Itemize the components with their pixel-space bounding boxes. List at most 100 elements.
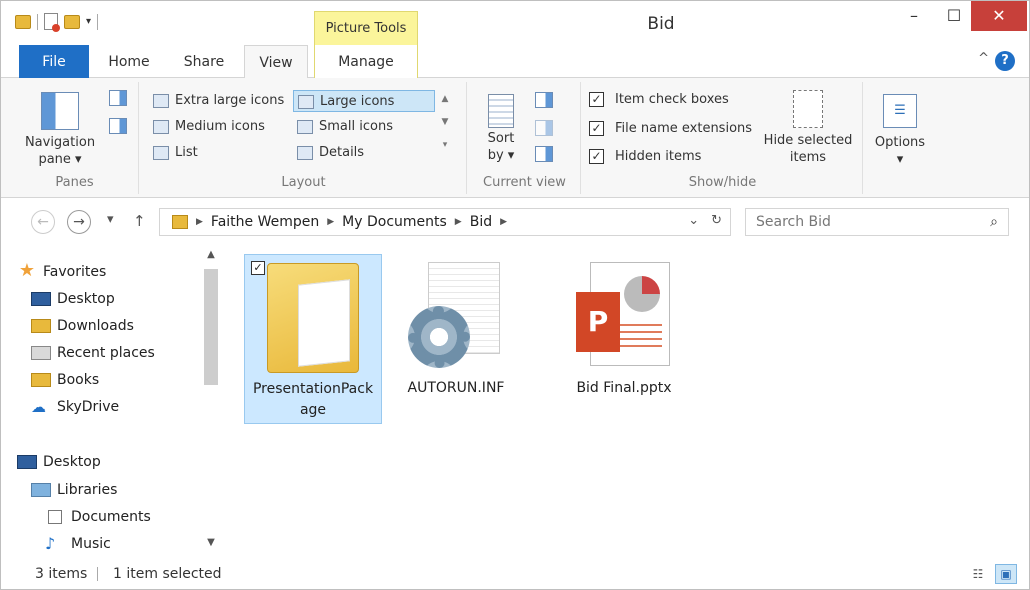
search-input[interactable]: Search Bid ⌕	[745, 208, 1009, 236]
size-columns-icon[interactable]	[535, 146, 553, 162]
address-row: ← → ▾ ↑ ▶ Faithe Wempen ▶ My Documents ▶…	[1, 204, 1029, 240]
layout-gallery-scroll[interactable]: ▲ ▼ ▾	[437, 88, 453, 158]
scrollbar-thumb[interactable]	[204, 269, 218, 385]
group-label-current-view: Current view	[483, 175, 566, 190]
tab-manage[interactable]: Manage	[314, 45, 418, 78]
navigation-pane-icon	[41, 92, 79, 130]
customize-qat-chevron-icon[interactable]: ▾	[86, 16, 91, 27]
breadcrumb-item[interactable]: Faithe Wempen	[211, 214, 319, 230]
group-by-icon[interactable]	[535, 92, 553, 108]
file-name-extensions-checkbox[interactable]: ✓ File name extensions	[589, 119, 752, 139]
nav-item-books[interactable]: Books	[29, 369, 99, 391]
navigation-pane-button[interactable]: Navigation pane ▾	[21, 92, 99, 168]
maximize-button[interactable]: ☐	[939, 1, 969, 31]
address-bar[interactable]: ▶ Faithe Wempen ▶ My Documents ▶ Bid ▶ ⌄…	[159, 208, 731, 236]
layout-small-icons[interactable]: Small icons	[293, 116, 435, 138]
breadcrumb-item[interactable]: My Documents	[342, 214, 447, 230]
checkbox-checked-icon: ✓	[589, 92, 604, 107]
breadcrumb-separator-icon[interactable]: ▶	[327, 217, 334, 227]
nav-item-documents[interactable]: Documents	[43, 506, 151, 528]
status-bar: 3 items 1 item selected ☷ ▣	[1, 559, 1029, 589]
layout-large-icons[interactable]: Large icons	[293, 90, 435, 112]
refresh-icon[interactable]: ↻	[711, 213, 722, 228]
nav-item-music[interactable]: ♪ Music	[43, 533, 111, 555]
nav-item-skydrive[interactable]: ☁ SkyDrive	[29, 396, 119, 418]
hide-selected-label: Hide selected items	[763, 133, 853, 165]
scroll-up-icon[interactable]: ▲	[201, 249, 221, 260]
extra-large-icons-icon	[153, 94, 169, 108]
details-view-icon[interactable]: ☷	[967, 564, 989, 584]
sort-by-button[interactable]: Sort by ▾	[479, 94, 523, 164]
close-button[interactable]: ✕	[971, 1, 1027, 31]
recent-places-icon	[31, 346, 51, 360]
group-show-hide: ✓ Item check boxes ✓ File name extensions …	[583, 82, 863, 194]
up-button[interactable]: ↑	[133, 212, 146, 230]
checkbox-checked-icon[interactable]: ✓	[251, 261, 265, 275]
breadcrumb-separator-icon[interactable]: ▶	[500, 217, 507, 227]
tab-file[interactable]: File	[19, 45, 89, 78]
hidden-items-checkbox[interactable]: ✓ Hidden items	[589, 147, 701, 167]
file-name: AUTORUN.INF	[407, 380, 505, 396]
folder-icon	[172, 215, 188, 229]
group-label-layout: Layout	[281, 175, 326, 190]
tab-home[interactable]: Home	[99, 45, 159, 78]
nav-item-desktop-root[interactable]: Desktop	[15, 451, 101, 473]
checkbox-checked-icon: ✓	[589, 149, 604, 164]
ppt-badge: P	[576, 292, 620, 352]
window-title: Bid	[647, 14, 675, 34]
group-options: ☰ Options ▾	[865, 82, 935, 194]
nav-item-recent-places[interactable]: Recent places	[29, 342, 155, 364]
nav-item-favorites[interactable]: ★ Favorites	[15, 261, 106, 283]
hide-selected-items-button[interactable]: Hide selected items	[759, 90, 857, 166]
divider	[97, 13, 99, 30]
properties-icon[interactable]	[44, 13, 60, 32]
nav-item-downloads[interactable]: Downloads	[29, 315, 134, 337]
details-pane-icon[interactable]	[109, 118, 127, 134]
large-icons-icon	[298, 95, 314, 109]
minimize-button[interactable]: –	[891, 1, 937, 31]
layout-details[interactable]: Details	[293, 142, 435, 164]
nav-label: Desktop	[57, 291, 115, 307]
nav-pane-scrollbar[interactable]: ▲ ▼	[201, 241, 221, 559]
explorer-window: ▾ Picture Tools Bid – ☐ ✕ File Home Shar…	[0, 0, 1030, 590]
folder-icon[interactable]	[15, 14, 31, 29]
tab-view[interactable]: View	[244, 45, 308, 79]
new-folder-icon[interactable]	[64, 14, 80, 29]
collapse-ribbon-icon[interactable]: ^	[978, 51, 989, 66]
divider	[37, 13, 38, 30]
breadcrumb-separator-icon[interactable]: ▶	[196, 217, 203, 227]
file-item-presentationpackage[interactable]: ✓ PresentationPack age	[244, 254, 382, 424]
file-item-autorun[interactable]: AUTORUN.INF	[387, 254, 525, 424]
tab-share[interactable]: Share	[173, 45, 235, 78]
recent-locations-chevron-icon[interactable]: ▾	[107, 212, 114, 227]
layout-list[interactable]: List	[149, 142, 293, 164]
search-icon[interactable]: ⌕	[990, 209, 998, 235]
nav-label: Music	[71, 536, 111, 552]
nav-item-libraries[interactable]: Libraries	[29, 479, 117, 501]
address-history-chevron-icon[interactable]: ⌄	[688, 213, 699, 228]
preview-pane-icon[interactable]	[109, 90, 127, 106]
breadcrumb-separator-icon[interactable]: ▶	[455, 217, 462, 227]
add-columns-icon[interactable]	[535, 120, 553, 136]
item-check-boxes-checkbox[interactable]: ✓ Item check boxes	[589, 90, 729, 110]
medium-icons-icon	[153, 120, 169, 134]
checkbox-label: Hidden items	[615, 149, 702, 164]
large-icons-view-icon[interactable]: ▣	[995, 564, 1017, 584]
options-button[interactable]: ☰ Options ▾	[869, 94, 931, 168]
back-button[interactable]: ←	[31, 210, 55, 234]
file-name: PresentationPack age	[252, 381, 374, 418]
ribbon: Navigation pane ▾ Panes Extra large icon…	[1, 78, 1029, 198]
libraries-icon	[31, 483, 51, 497]
settings-gear-file-icon	[408, 262, 504, 372]
forward-button[interactable]: →	[67, 210, 91, 234]
help-icon[interactable]: ?	[995, 51, 1015, 71]
layout-extra-large-icons[interactable]: Extra large icons	[149, 90, 293, 112]
layout-medium-icons[interactable]: Medium icons	[149, 116, 293, 138]
file-list: ✓ PresentationPack age AUTORUN.INF P Bid…	[223, 241, 1029, 559]
nav-item-desktop[interactable]: Desktop	[29, 288, 115, 310]
options-label: Options	[874, 135, 926, 150]
scroll-down-icon[interactable]: ▼	[201, 537, 221, 548]
layout-label: List	[175, 145, 198, 160]
file-item-bid-final[interactable]: P Bid Final.pptx	[555, 254, 693, 424]
breadcrumb-item[interactable]: Bid	[470, 214, 492, 230]
